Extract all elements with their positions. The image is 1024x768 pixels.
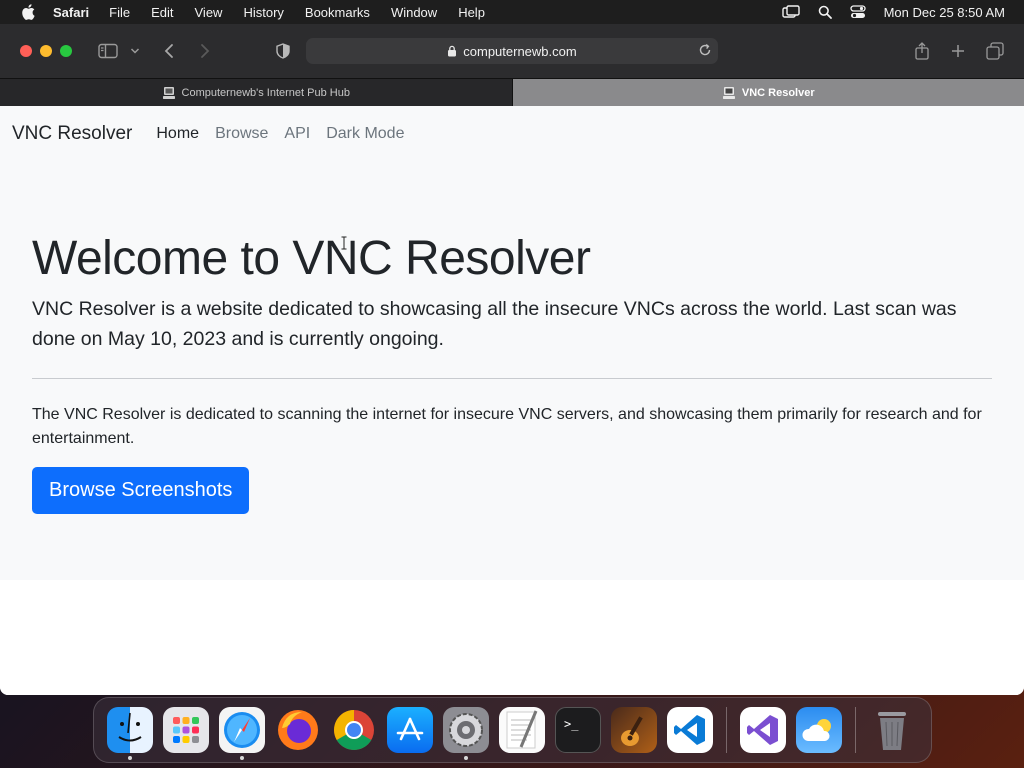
tab-vnc-resolver[interactable]: VNC Resolver	[512, 79, 1024, 106]
forward-button-icon[interactable]	[196, 24, 214, 78]
tab-label: VNC Resolver	[741, 86, 815, 99]
system-settings-icon[interactable]	[443, 707, 489, 760]
body-text: The VNC Resolver is dedicated to scannin…	[32, 405, 982, 447]
trash-icon[interactable]	[869, 707, 915, 753]
page-title: Welcome to VNC Resolver	[32, 232, 591, 285]
close-window-button[interactable]	[20, 45, 32, 57]
control-center-icon[interactable]	[849, 5, 866, 19]
safari-window: computernewb.com Computernewb's Internet…	[0, 24, 1024, 695]
menu-history[interactable]: History	[243, 5, 283, 20]
menu-app-name[interactable]: Safari	[53, 5, 89, 20]
address-bar[interactable]: computernewb.com	[306, 38, 718, 64]
privacy-shield-icon[interactable]	[274, 24, 292, 78]
browser-toolbar: computernewb.com	[0, 24, 1024, 78]
dock: >_	[93, 697, 932, 763]
menu-bar: Safari File Edit View History Bookmarks …	[0, 0, 1024, 24]
address-url: computernewb.com	[463, 43, 577, 59]
search-icon[interactable]	[818, 5, 832, 19]
nav-browse-link[interactable]: Browse	[215, 125, 268, 143]
browse-screenshots-button[interactable]: Browse Screenshots	[32, 466, 250, 514]
text-cursor-icon	[340, 236, 348, 255]
site-navbar: VNC Resolver Home Browse API Dark Mode	[0, 106, 1024, 162]
new-tab-icon[interactable]	[948, 24, 968, 78]
weather-icon[interactable]	[796, 707, 842, 753]
nav-api-link[interactable]: API	[284, 125, 310, 143]
nav-dark-mode-link[interactable]: Dark Mode	[326, 125, 404, 143]
site-favicon-icon	[722, 86, 736, 100]
hero-section: Welcome to VNC Resolver VNC Resolver is …	[0, 162, 1024, 580]
divider	[32, 377, 992, 379]
textedit-icon[interactable]	[499, 707, 545, 753]
app-store-icon[interactable]	[387, 707, 433, 753]
sidebar-toggle-icon[interactable]	[96, 24, 120, 78]
menu-edit[interactable]: Edit	[151, 5, 173, 20]
nav-home-link[interactable]: Home	[156, 125, 199, 143]
lead-text: VNC Resolver is a website dedicated to s…	[32, 297, 957, 350]
dock-separator	[855, 707, 856, 753]
tab-overview-icon[interactable]	[985, 24, 1005, 78]
zoom-window-button[interactable]	[60, 45, 72, 57]
visual-studio-icon[interactable]	[740, 707, 786, 753]
window-controls	[20, 45, 80, 57]
chrome-icon[interactable]	[331, 707, 377, 753]
apple-menu-icon[interactable]	[17, 0, 39, 24]
site-favicon-icon	[162, 86, 176, 100]
lock-icon	[447, 45, 457, 57]
firefox-icon[interactable]	[275, 707, 321, 753]
vscode-icon[interactable]	[667, 707, 713, 753]
finder-icon[interactable]	[107, 707, 153, 760]
terminal-icon[interactable]: >_	[555, 707, 601, 753]
tab-label: Computernewb's Internet Pub Hub	[181, 86, 350, 99]
garageband-icon[interactable]	[611, 707, 657, 753]
launchpad-icon[interactable]	[163, 707, 209, 753]
reload-icon[interactable]	[698, 43, 712, 57]
svg-text:>_: >_	[564, 717, 579, 731]
share-icon[interactable]	[912, 24, 932, 78]
screen-mirroring-icon[interactable]	[781, 5, 800, 19]
menubar-clock[interactable]: Mon Dec 25 8:50 AM	[884, 5, 1005, 20]
tab-computernewb-hub[interactable]: Computernewb's Internet Pub Hub	[0, 79, 513, 106]
safari-icon[interactable]	[219, 707, 265, 760]
chevron-down-icon[interactable]	[128, 24, 142, 78]
menu-window[interactable]: Window	[391, 5, 437, 20]
menu-view[interactable]: View	[195, 5, 223, 20]
back-button-icon[interactable]	[160, 24, 178, 78]
dock-separator	[726, 707, 727, 753]
menu-help[interactable]: Help	[458, 5, 485, 20]
menu-bookmarks[interactable]: Bookmarks	[305, 5, 370, 20]
web-page: VNC Resolver Home Browse API Dark Mode W…	[0, 106, 1024, 695]
menu-file[interactable]: File	[109, 5, 130, 20]
tab-bar: Computernewb's Internet Pub Hub VNC Reso…	[0, 78, 1024, 106]
minimize-window-button[interactable]	[40, 45, 52, 57]
site-brand[interactable]: VNC Resolver	[12, 123, 132, 145]
